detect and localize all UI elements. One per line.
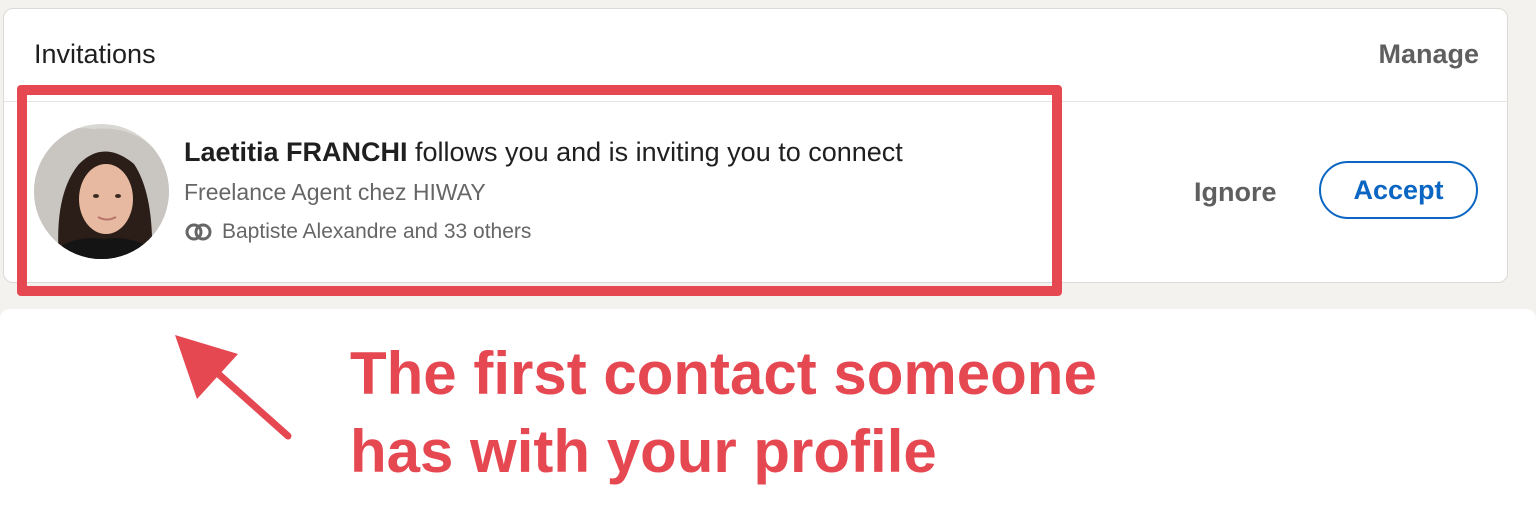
annotation-line-2: has with your profile: [350, 418, 937, 485]
arrow-icon: [175, 335, 292, 440]
inviter-headline: Freelance Agent chez HIWAY: [184, 179, 486, 205]
inviter-name[interactable]: Laetitia FRANCHI: [184, 137, 408, 167]
mutual-connections-text: Baptiste Alexandre and 33 others: [222, 220, 532, 243]
card-header: Invitations Manage: [4, 9, 1507, 102]
annotation-caption: The first contact someone has with your …: [350, 335, 1097, 491]
annotation-line-1: The first contact someone: [350, 340, 1097, 407]
invitations-card: Invitations Manage Laetitia FRANCHI foll…: [3, 8, 1508, 283]
mutual-connections-icon: [185, 223, 212, 241]
invitation-title: Laetitia FRANCHI follows you and is invi…: [184, 137, 903, 168]
manage-link[interactable]: Manage: [1378, 39, 1479, 70]
mutual-connections[interactable]: Baptiste Alexandre and 33 others: [184, 219, 531, 245]
card-title: Invitations: [34, 39, 156, 69]
invitation-action-text: follows you and is inviting you to conne…: [407, 137, 903, 167]
profile-photo-icon: [34, 124, 169, 259]
accept-button[interactable]: Accept: [1319, 161, 1478, 219]
ignore-button[interactable]: Ignore: [1194, 177, 1277, 208]
avatar[interactable]: [34, 124, 169, 259]
